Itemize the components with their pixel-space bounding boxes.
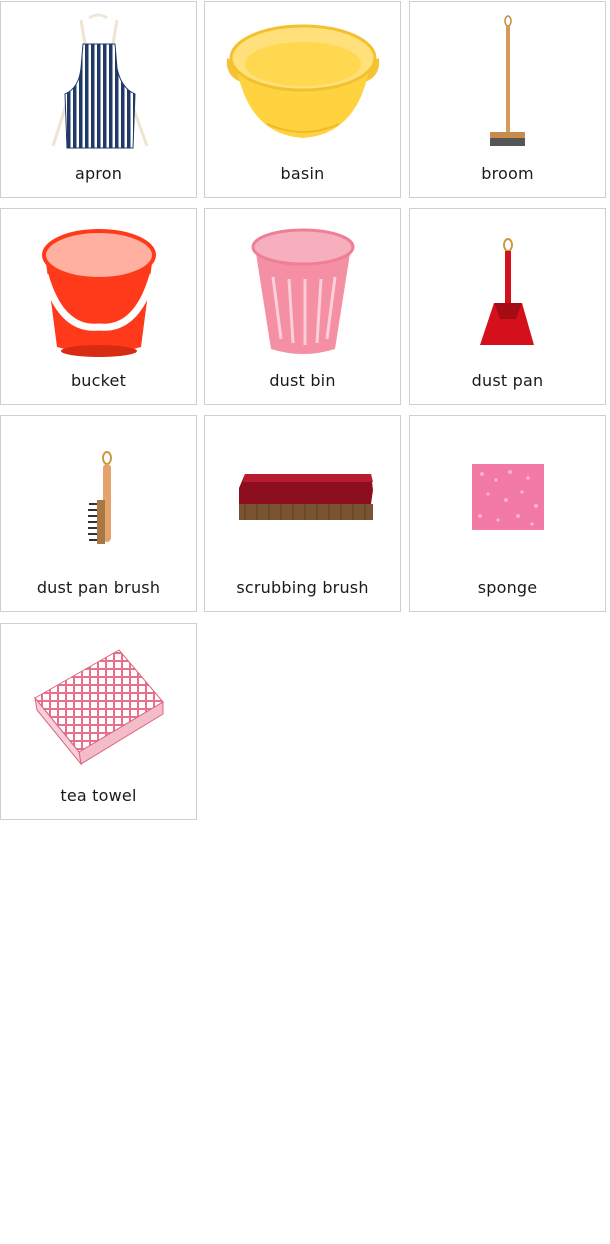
card-label: dust pan brush: [36, 578, 161, 597]
card-tea-towel[interactable]: tea towel: [0, 623, 197, 820]
card-label: dust pan: [471, 371, 544, 390]
bucket-icon: [1, 213, 196, 363]
card-apron[interactable]: apron: [0, 1, 197, 198]
card-dust-pan[interactable]: dust pan: [409, 208, 606, 405]
card-sponge[interactable]: sponge: [409, 415, 606, 612]
card-label: scrubbing brush: [236, 578, 369, 597]
dust-pan-brush-icon: [1, 420, 196, 570]
dust-pan-icon: [410, 213, 605, 363]
card-label: basin: [280, 164, 325, 183]
basin-icon: [205, 6, 400, 156]
card-broom[interactable]: broom: [409, 1, 606, 198]
tea-towel-icon: [1, 628, 196, 778]
scrubbing-brush-icon: [205, 420, 400, 570]
broom-icon: [410, 6, 605, 156]
dust-bin-icon: [205, 213, 400, 363]
apron-icon: [1, 6, 196, 156]
card-bucket[interactable]: bucket: [0, 208, 197, 405]
card-label: dust bin: [269, 371, 336, 390]
card-dust-bin[interactable]: dust bin: [204, 208, 401, 405]
card-basin[interactable]: basin: [204, 1, 401, 198]
card-label: tea towel: [60, 786, 137, 805]
card-label: apron: [74, 164, 123, 183]
card-label: bucket: [70, 371, 127, 390]
sponge-icon: [410, 420, 605, 570]
card-scrubbing-brush[interactable]: scrubbing brush: [204, 415, 401, 612]
card-label: broom: [481, 164, 534, 183]
card-label: sponge: [477, 578, 538, 597]
card-dust-pan-brush[interactable]: dust pan brush: [0, 415, 197, 612]
